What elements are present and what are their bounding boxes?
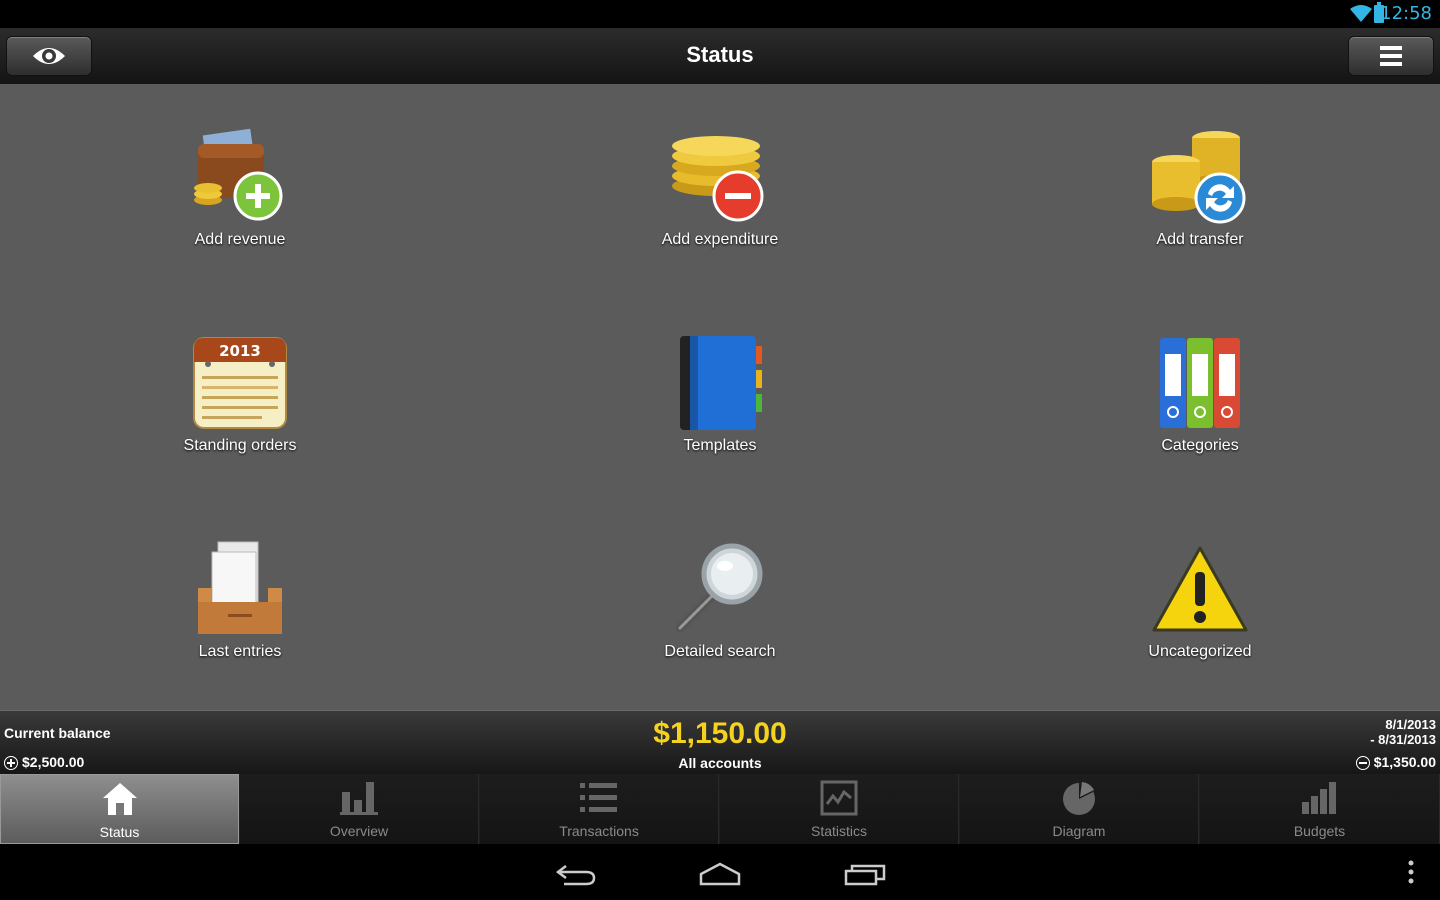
magnifier-icon bbox=[675, 543, 763, 633]
tile-label: Uncategorized bbox=[1148, 643, 1252, 660]
tab-statistics[interactable]: Statistics bbox=[720, 774, 959, 844]
balance-summary: Current balance $2,500.00 $1,150.00 All … bbox=[0, 710, 1440, 775]
list-icon bbox=[580, 783, 617, 812]
coins-minus-icon bbox=[672, 136, 764, 222]
tile-label: Last entries bbox=[198, 643, 282, 660]
account-filter[interactable]: All accounts bbox=[0, 755, 1440, 771]
minus-circle-icon bbox=[1355, 756, 1370, 770]
balance-amount: $1,150.00 bbox=[653, 717, 787, 750]
clock: 12:58 bbox=[1380, 3, 1432, 24]
main-menu-grid: Add revenue Add expenditure Add transfer bbox=[0, 84, 1440, 710]
pie-chart-icon bbox=[1063, 782, 1095, 815]
uncategorized-tile[interactable]: Uncategorized bbox=[1050, 540, 1350, 690]
detailed-search-tile[interactable]: Detailed search bbox=[570, 540, 870, 690]
warning-icon bbox=[1152, 546, 1248, 632]
system-navigation-bar bbox=[0, 844, 1440, 900]
home-nav-icon[interactable] bbox=[699, 862, 741, 886]
tile-label: Standing orders bbox=[183, 437, 297, 454]
svg-text:2013: 2013 bbox=[219, 342, 261, 360]
title-bar: Status bbox=[0, 28, 1440, 85]
tab-diagram[interactable]: Diagram bbox=[960, 774, 1199, 844]
tab-label: Diagram bbox=[1052, 823, 1106, 839]
back-icon[interactable] bbox=[556, 862, 596, 886]
coins-transfer-icon bbox=[1152, 131, 1246, 224]
tile-label: Templates bbox=[683, 437, 757, 454]
tile-label: Categories bbox=[1161, 437, 1239, 454]
page-title: Status bbox=[686, 42, 754, 67]
templates-tile[interactable]: Templates bbox=[570, 334, 870, 484]
expenditure-total: $1,350.00 bbox=[1355, 754, 1436, 770]
budget-bars-icon bbox=[1302, 782, 1336, 814]
system-status-bar: 12:58 bbox=[0, 0, 1440, 28]
tab-overview[interactable]: Overview bbox=[240, 774, 479, 844]
tab-label: Status bbox=[99, 824, 140, 840]
line-chart-icon bbox=[820, 780, 858, 816]
add-revenue-tile[interactable]: Add revenue bbox=[90, 128, 390, 278]
tile-label: Add expenditure bbox=[661, 231, 779, 248]
tab-label: Budgets bbox=[1293, 823, 1346, 839]
recent-apps-icon[interactable] bbox=[844, 862, 886, 886]
categories-tile[interactable]: Categories bbox=[1050, 334, 1350, 484]
tile-label: Detailed search bbox=[664, 643, 776, 660]
notebook-icon bbox=[680, 336, 762, 430]
tab-label: Overview bbox=[329, 823, 389, 839]
tab-budgets[interactable]: Budgets bbox=[1200, 774, 1440, 844]
tile-label: Add transfer bbox=[1156, 231, 1244, 248]
binders-icon bbox=[1160, 338, 1240, 428]
bottom-tab-bar: Status Overview Transactions Statistics bbox=[0, 774, 1440, 844]
last-entries-tile[interactable]: Last entries bbox=[90, 540, 390, 690]
tile-label: Add revenue bbox=[194, 231, 286, 248]
wifi-icon bbox=[1350, 5, 1372, 22]
bar-chart-icon bbox=[340, 782, 378, 815]
date-range-end: - 8/31/2013 bbox=[1370, 732, 1436, 747]
menu-button[interactable] bbox=[1348, 36, 1434, 76]
inbox-tray-icon bbox=[198, 541, 282, 634]
home-icon bbox=[103, 783, 137, 815]
add-transfer-tile[interactable]: Add transfer bbox=[1050, 128, 1350, 278]
tab-status[interactable]: Status bbox=[0, 774, 239, 844]
menu-icon bbox=[1380, 46, 1402, 66]
add-expenditure-tile[interactable]: Add expenditure bbox=[570, 128, 870, 278]
tab-label: Transactions bbox=[559, 823, 639, 839]
tab-label: Statistics bbox=[810, 823, 867, 839]
overflow-menu-icon[interactable] bbox=[1404, 858, 1418, 886]
standing-orders-tile[interactable]: 2013 Standing orders bbox=[90, 334, 390, 484]
wallet-plus-icon bbox=[194, 128, 283, 221]
date-range-start: 8/1/2013 bbox=[1385, 717, 1436, 732]
tab-transactions[interactable]: Transactions bbox=[480, 774, 719, 844]
calendar-icon: 2013 bbox=[193, 337, 287, 429]
